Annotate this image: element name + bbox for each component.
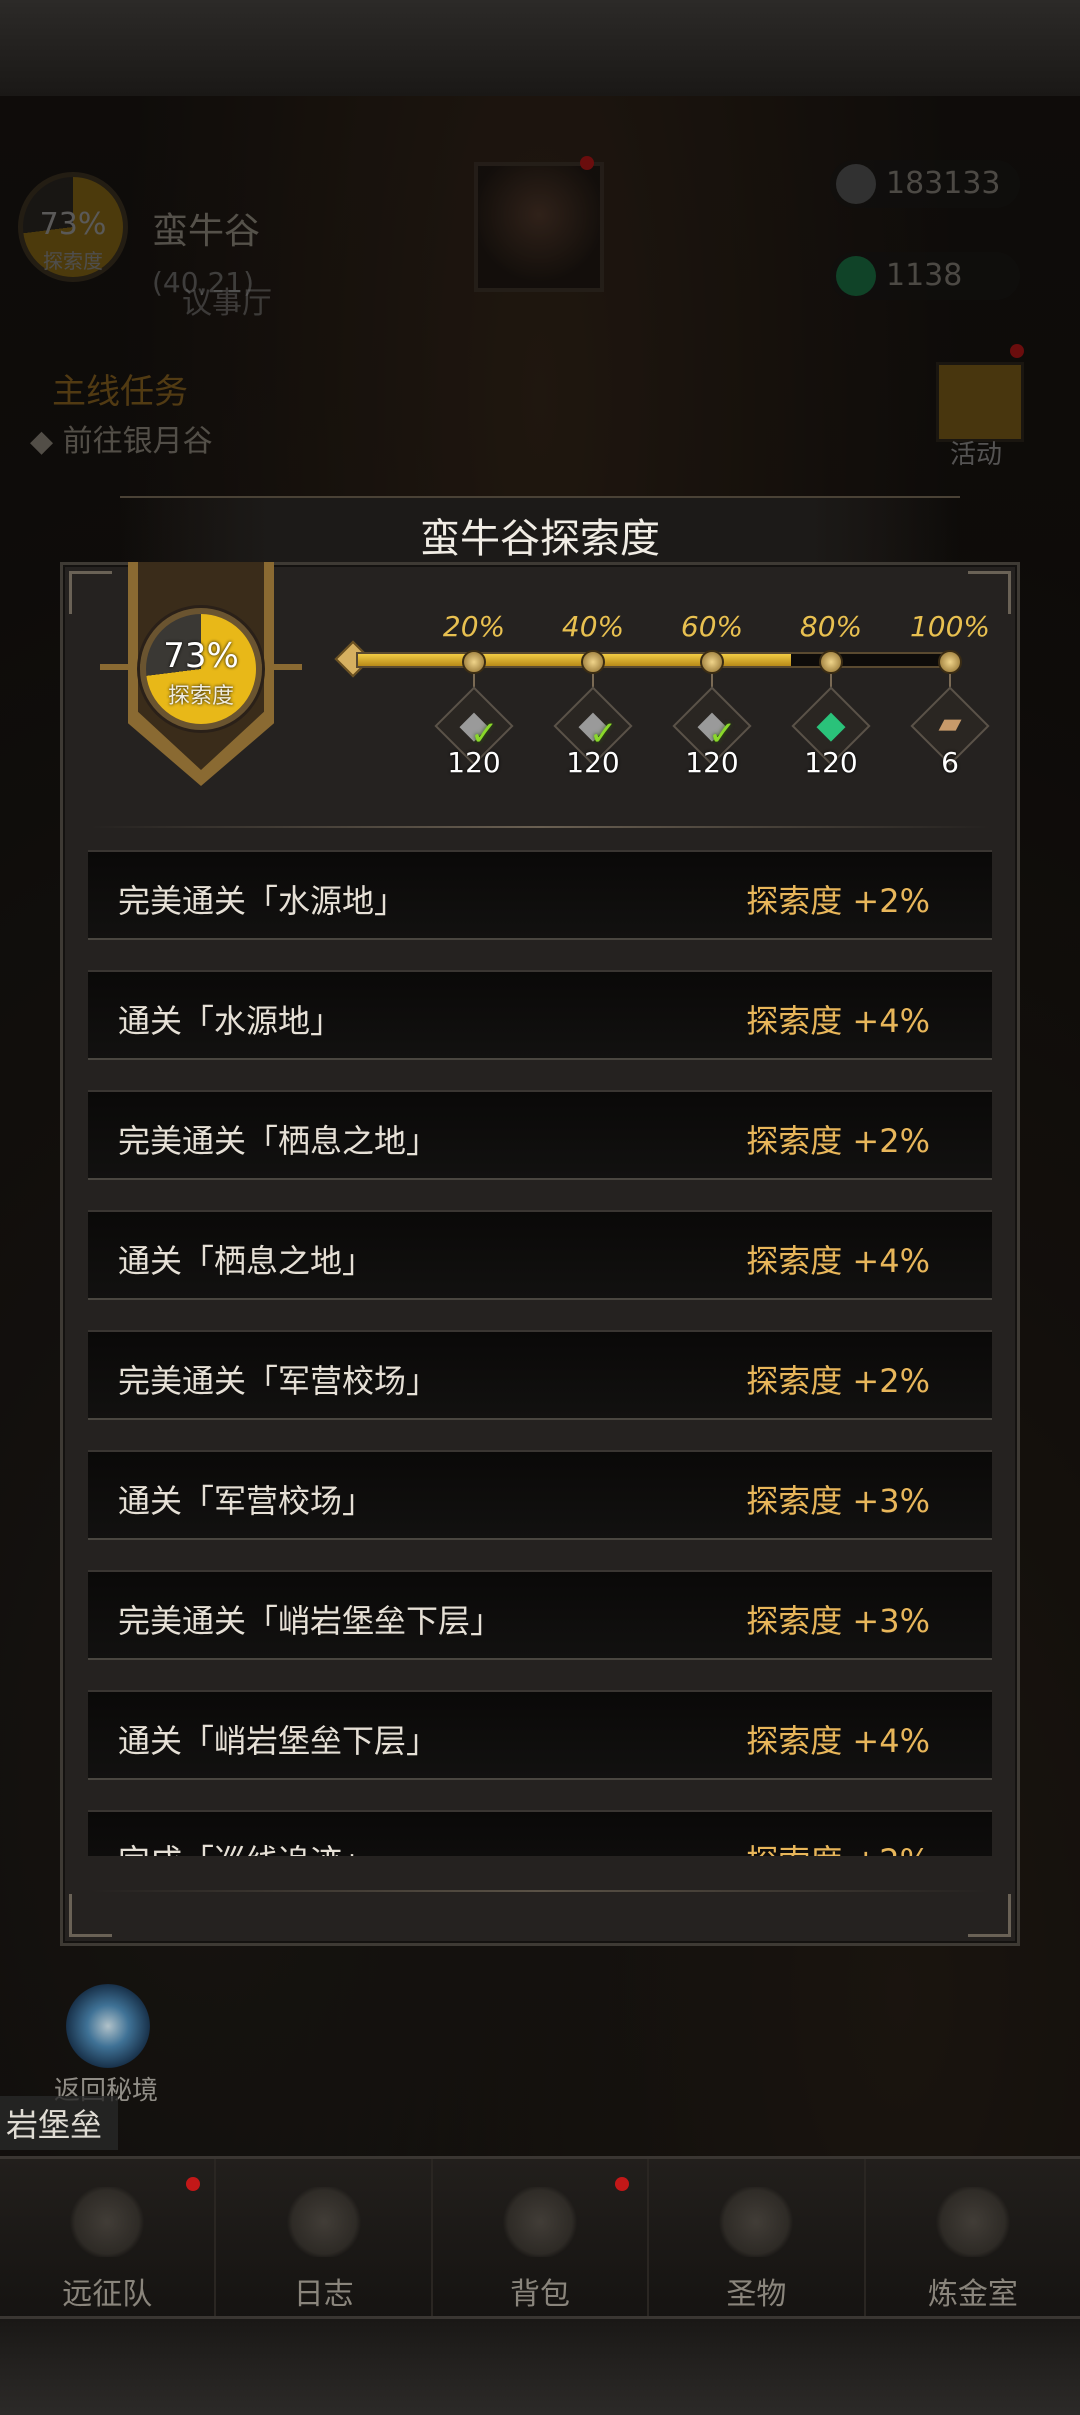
location-label: 岩堡垒 [0, 2096, 119, 2150]
task-row: 完美通关「水源地」 探索度 +2% [88, 850, 992, 940]
modal-title-bar: 蛮牛谷探索度 [120, 496, 960, 564]
exploration-badge: 73% 探索度 [140, 608, 262, 730]
task-text: 通关「栖息之地」 [118, 1242, 375, 1280]
task-text: 通关「峭岩堡垒下层」 [118, 1722, 439, 1760]
nav-relics[interactable]: 圣物 [649, 2159, 866, 2319]
task-row: 通关「峭岩堡垒下层」 探索度 +4% [88, 1690, 992, 1780]
badge-ornament-left [100, 664, 144, 670]
progress-fill [358, 654, 792, 666]
task-text: 完美通关「军营校场」 [118, 1362, 439, 1400]
task-row: 通关「水源地」 探索度 +4% [88, 970, 992, 1060]
milestone-node [462, 650, 486, 674]
task-text: 完美通关「栖息之地」 [118, 1122, 439, 1160]
nav-relics-label: 圣物 [726, 2277, 787, 2312]
section-divider [90, 826, 990, 828]
task-reward: 探索度 +3% [746, 1602, 930, 1640]
task-reward: 探索度 +3% [746, 1482, 930, 1520]
milestone-node [581, 650, 605, 674]
nav-notification-dot [186, 2177, 200, 2191]
nav-expedition[interactable]: 远征队 [0, 2159, 217, 2319]
task-reward: 探索度 +2% [746, 882, 930, 920]
nav-expedition-label: 远征队 [62, 2277, 153, 2312]
corner-ornament [69, 1894, 112, 1937]
bottom-frame [0, 2316, 1080, 2415]
task-reward: 探索度 +4% [746, 1242, 930, 1280]
task-text: 完美通关「水源地」 [118, 882, 407, 920]
bottom-nav: 远征队 日志 背包 圣物 炼金室 [0, 2156, 1080, 2319]
progress-bar [356, 652, 950, 668]
corner-ornament [968, 571, 1011, 614]
task-reward: 探索度 +4% [746, 1722, 930, 1760]
task-list[interactable]: 完美通关「水源地」 探索度 +2% 通关「水源地」 探索度 +4% 完美通关「栖… [88, 850, 992, 1860]
gem-icon: ◆ [816, 702, 846, 746]
torch-icon [716, 2187, 797, 2257]
nav-backpack-label: 背包 [510, 2277, 571, 2312]
nav-alchemy-label: 炼金室 [927, 2277, 1018, 2312]
bottom-ornament [90, 1890, 990, 1892]
task-reward: 探索度 +2% [746, 1362, 930, 1400]
nav-alchemy[interactable]: 炼金室 [866, 2159, 1080, 2319]
milestone-percent: 100% [909, 610, 991, 643]
task-reward: 探索度 +2% [746, 1122, 930, 1160]
reward-count: 6 [941, 746, 959, 779]
task-row: 完美通关「栖息之地」 探索度 +2% [88, 1090, 992, 1180]
nav-journal[interactable]: 日志 [216, 2159, 433, 2319]
nav-journal-label: 日志 [293, 2277, 354, 2312]
helmet-icon [67, 2187, 148, 2257]
bag-icon [500, 2187, 581, 2257]
scroll-icon: ▰ [938, 706, 962, 741]
task-row: 完美通关「峭岩堡垒下层」 探索度 +3% [88, 1570, 992, 1660]
task-reward: 探索度 +4% [746, 1002, 930, 1040]
nav-notification-dot [614, 2177, 629, 2191]
corner-ornament [69, 571, 112, 614]
top-frame [0, 0, 1080, 99]
scroll-icon [283, 2187, 364, 2257]
task-text: 通关「军营校场」 [118, 1482, 375, 1520]
task-row: 通关「军营校场」 探索度 +3% [88, 1450, 992, 1540]
list-clip-edge [88, 1856, 992, 1888]
badge-label: 探索度 [167, 684, 234, 709]
task-row: 完美通关「军营校场」 探索度 +2% [88, 1330, 992, 1420]
milestone-node [700, 650, 724, 674]
corner-ornament [968, 1894, 1011, 1937]
task-text: 通关「水源地」 [118, 1002, 343, 1040]
portal-icon[interactable] [66, 1984, 150, 2068]
badge-ornament-right [258, 664, 302, 670]
milestone-node [819, 650, 843, 674]
task-text: 完美通关「峭岩堡垒下层」 [118, 1602, 503, 1640]
badge-percent: 73% [163, 636, 239, 676]
task-row: 通关「栖息之地」 探索度 +4% [88, 1210, 992, 1300]
alchemy-icon [932, 2187, 1013, 2257]
nav-backpack[interactable]: 背包 [433, 2159, 650, 2319]
modal-title: 蛮牛谷探索度 [420, 516, 660, 562]
task-row: 完成「巡线追迹」 探索度 +2% [88, 1810, 992, 1860]
milestone-node [938, 650, 962, 674]
